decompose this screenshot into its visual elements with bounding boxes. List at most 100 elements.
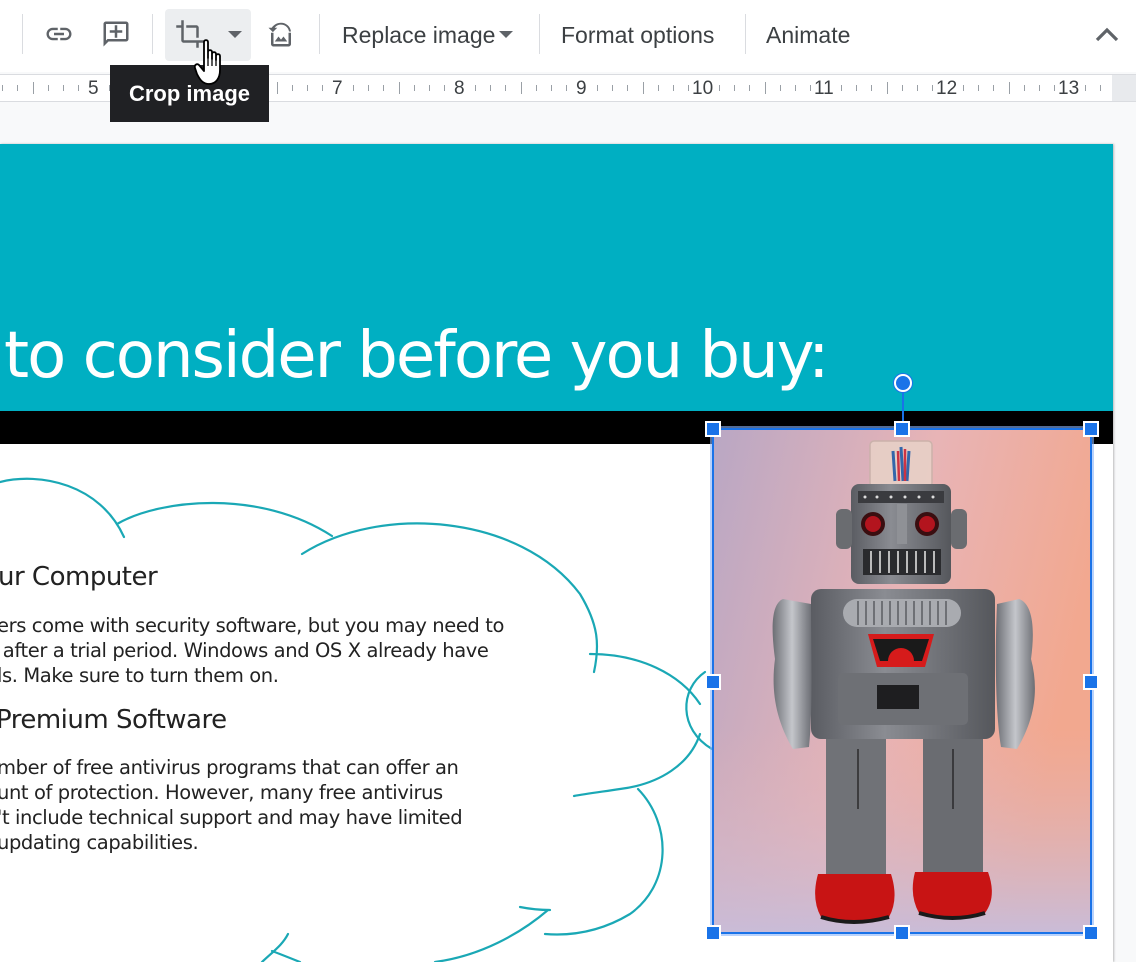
robot-image[interactable]	[713, 429, 1091, 934]
ruler-tick	[505, 85, 506, 91]
animate-button[interactable]: Animate	[766, 20, 850, 50]
ruler-tick	[521, 82, 522, 94]
ruler-tick	[292, 85, 293, 91]
resize-handle-top[interactable]	[894, 421, 910, 437]
ruler-tick	[33, 82, 34, 94]
ruler-tick	[597, 85, 598, 91]
ruler-tick	[887, 82, 888, 94]
crop-dropdown-caret-icon[interactable]	[228, 31, 242, 38]
ruler-tick	[902, 85, 903, 91]
ruler-tick	[719, 85, 720, 91]
ruler-number: 7	[332, 78, 343, 99]
cloud-shape[interactable]	[0, 444, 720, 962]
add-comment-button[interactable]	[98, 16, 134, 52]
section-heading[interactable]: Premium Software	[0, 705, 227, 735]
resize-handle-bottom-right[interactable]	[1083, 925, 1099, 941]
cloud-arc	[572, 732, 702, 798]
cloud-arc	[115, 501, 334, 538]
ruler-tick	[414, 85, 415, 91]
section-body[interactable]: ers come with security software, but you…	[0, 613, 504, 688]
resize-handle-left[interactable]	[705, 674, 721, 690]
ruler-tick	[871, 85, 872, 91]
ruler-tick	[978, 85, 979, 91]
toolbar-divider	[152, 14, 153, 54]
resize-handle-bottom-left[interactable]	[705, 925, 721, 941]
ruler-tick	[322, 85, 323, 91]
cloud-arc	[0, 477, 126, 539]
reset-image-icon	[268, 22, 291, 47]
ruler-tick	[673, 85, 674, 91]
ruler-tick	[429, 85, 430, 91]
ruler-tick	[795, 85, 796, 91]
ruler-number: 10	[692, 78, 714, 99]
ruler-tick	[1085, 85, 1086, 91]
insert-link-button[interactable]	[41, 16, 77, 52]
ruler-tick	[932, 85, 933, 91]
ruler-tick	[734, 85, 735, 91]
ruler-tick	[353, 85, 354, 91]
ruler-tick	[643, 82, 644, 94]
toolbar-divider	[319, 14, 320, 54]
rotate-handle[interactable]	[894, 374, 912, 392]
ruler-number: 12	[936, 78, 958, 99]
ruler-margin	[1112, 75, 1136, 101]
resize-handle-top-left[interactable]	[705, 421, 721, 437]
format-options-button[interactable]: Format options	[561, 20, 714, 50]
ruler-tick	[475, 85, 476, 91]
ruler-tick	[307, 85, 308, 91]
ruler-tick	[277, 82, 278, 94]
replace-image-button[interactable]: Replace image	[342, 20, 514, 50]
ruler-tick	[383, 85, 384, 91]
cloud-arc	[433, 908, 550, 962]
cloud-arc	[260, 932, 290, 962]
body-line: after a trial period. Windows and OS X a…	[0, 639, 489, 662]
ruler-tick	[490, 85, 491, 91]
ruler-tick	[810, 85, 811, 91]
cloud-arc	[543, 787, 664, 936]
ruler-tick	[765, 82, 766, 94]
cloud-arc	[518, 905, 552, 912]
slide-title[interactable]: to consider before you buy:	[4, 319, 829, 393]
ruler-tick	[749, 85, 750, 91]
reset-image-button[interactable]	[263, 16, 299, 52]
ruler-tick	[780, 85, 781, 91]
ruler-tick	[2, 85, 3, 91]
hand-pointer-cursor-icon	[194, 39, 221, 85]
ruler-tick	[566, 85, 567, 91]
slide-canvas[interactable]: to consider before you buy: ur Computer …	[0, 144, 1113, 962]
ruler-tick	[63, 85, 64, 91]
ruler-tick	[963, 85, 964, 91]
resize-handle-bottom[interactable]	[894, 925, 910, 941]
link-icon	[46, 27, 72, 41]
ruler-tick	[399, 82, 400, 94]
body-line: ls. Make sure to turn them on.	[0, 664, 279, 687]
ruler-tick	[368, 85, 369, 91]
caret-down-icon	[499, 31, 514, 39]
ruler-tick	[856, 85, 857, 91]
resize-handle-top-right[interactable]	[1083, 421, 1099, 437]
ruler-tick	[1100, 85, 1101, 91]
body-line: updating capabilities.	[0, 831, 199, 854]
toolbar-divider	[22, 14, 23, 54]
ruler-tick	[536, 85, 537, 91]
ruler-number: 5	[88, 78, 99, 99]
ruler-tick	[1039, 85, 1040, 91]
ruler-tick	[551, 85, 552, 91]
cloud-arc	[588, 652, 702, 706]
image-toolbar: Replace image Format options Animate	[0, 0, 1136, 72]
resize-handle-right[interactable]	[1083, 674, 1099, 690]
section-heading[interactable]: ur Computer	[0, 562, 158, 592]
collapse-toolbar-button[interactable]	[1092, 20, 1122, 50]
section-body[interactable]: mber of free antivirus programs that can…	[0, 755, 463, 855]
robot-photo	[713, 429, 1091, 934]
ruler-tick	[1054, 85, 1055, 91]
add-comment-icon	[103, 21, 129, 47]
ruler-tick	[627, 85, 628, 91]
crop-image-tooltip: Crop image	[110, 65, 269, 122]
ruler-tick	[993, 85, 994, 91]
ruler-tick	[612, 85, 613, 91]
ruler-tick	[48, 85, 49, 91]
ruler-number: 13	[1058, 78, 1080, 99]
chevron-up-icon	[1095, 27, 1119, 42]
ruler-number: 9	[576, 78, 587, 99]
